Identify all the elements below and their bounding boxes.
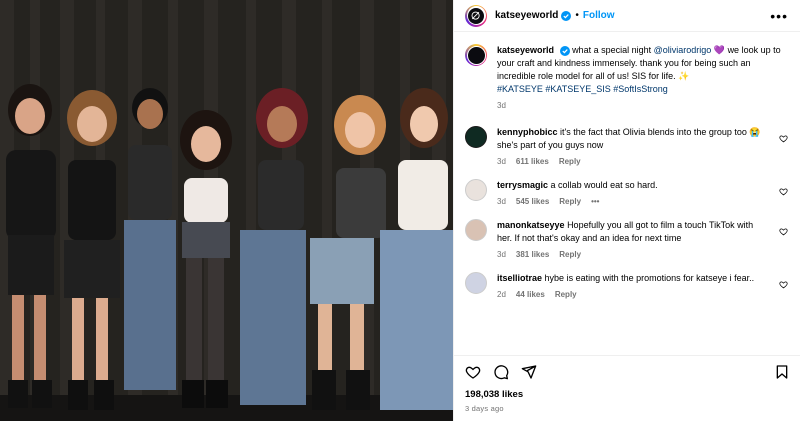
caption-time: 3d [497, 101, 506, 110]
comment-meta: 3d 545 likes Reply ••• [497, 197, 770, 206]
commenter-avatar[interactable] [465, 179, 487, 201]
verified-badge-icon [561, 10, 572, 21]
commenter-username[interactable]: manonkatseyye [497, 220, 565, 230]
reply-button[interactable]: Reply [559, 157, 581, 166]
commenter-avatar[interactable] [465, 219, 487, 241]
comment-text: kennyphobicc it's the fact that Olivia b… [497, 126, 770, 152]
post-time-ago: 3 days ago [465, 404, 504, 413]
comment-text: itselliotrae hybe is eating with the pro… [497, 272, 770, 285]
more-options-button[interactable]: ••• [770, 9, 788, 23]
post-photo[interactable] [0, 0, 453, 421]
group-photo-illustration [0, 0, 453, 421]
like-comment-icon[interactable] [779, 187, 788, 196]
mention-link[interactable]: @oliviarodrigo [654, 45, 712, 55]
separator-dot: • [575, 10, 579, 21]
commenter-username[interactable]: terrysmagic [497, 180, 548, 190]
caption-avatar[interactable] [465, 44, 487, 66]
comment-body: hybe is eating with the promotions for k… [544, 273, 755, 283]
post-caption: katseyeworld what a special night @olivi… [465, 44, 788, 110]
comment-time: 3d [497, 250, 506, 259]
comment-body: a collab would eat so hard. [550, 180, 658, 190]
comment-time: 2d [497, 290, 506, 299]
comment-likes[interactable]: 44 likes [516, 290, 545, 299]
comments-list[interactable]: katseyeworld what a special night @olivi… [454, 32, 800, 355]
caption-text-part1: what a special night [572, 45, 652, 55]
commenter-avatar[interactable] [465, 272, 487, 294]
verified-badge-icon [559, 45, 570, 56]
like-comment-icon[interactable] [779, 280, 788, 289]
post-details-pane: katseyeworld • Follow ••• katseyeworld w… [453, 0, 800, 421]
caption-meta: 3d [497, 101, 788, 110]
comment-time: 3d [497, 197, 506, 206]
comment-text: manonkatseyye Hopefully you all got to f… [497, 219, 770, 245]
comment-likes[interactable]: 611 likes [516, 157, 549, 166]
paper-plane-icon[interactable] [521, 364, 537, 380]
commenter-username[interactable]: kennyphobicc [497, 127, 558, 137]
follow-button[interactable]: Follow [583, 10, 615, 21]
commenter-avatar[interactable] [465, 126, 487, 148]
author-username[interactable]: katseyeworld [495, 10, 558, 21]
reply-button[interactable]: Reply [555, 290, 577, 299]
crying-emoji: 😭 [749, 127, 761, 137]
comment-body: it's the fact that Olivia blends into th… [560, 127, 747, 137]
purple-heart-emoji: 💜 [713, 45, 726, 55]
comment-likes[interactable]: 545 likes [516, 197, 549, 206]
bookmark-icon[interactable] [774, 364, 790, 380]
like-comment-icon[interactable] [779, 134, 788, 143]
heart-icon[interactable] [465, 364, 481, 380]
post-likes-count[interactable]: 198,038 likes [454, 389, 800, 400]
comment-meta: 3d 381 likes Reply [497, 250, 770, 259]
hashtags-link[interactable]: #KATSEYE #KATSEYE_SIS #SoftIsStrong [497, 84, 668, 94]
post-actions-bar [454, 355, 800, 387]
comment-meta: 2d 44 likes Reply [497, 290, 770, 299]
comment-meta: 3d 611 likes Reply [497, 157, 770, 166]
like-comment-icon[interactable] [779, 227, 788, 236]
comment-bubble-icon[interactable] [493, 364, 509, 380]
comment-item: kennyphobicc it's the fact that Olivia b… [465, 126, 788, 166]
comment-item: terrysmagic a collab would eat so hard. … [465, 179, 788, 206]
comment-item: manonkatseyye Hopefully you all got to f… [465, 219, 788, 259]
post-header: katseyeworld • Follow ••• [454, 0, 800, 32]
comment-item: itselliotrae hybe is eating with the pro… [465, 272, 788, 299]
comment-more-options[interactable]: ••• [591, 197, 599, 206]
reply-button[interactable]: Reply [559, 250, 581, 259]
comment-likes[interactable]: 381 likes [516, 250, 549, 259]
caption-text: katseyeworld what a special night @olivi… [497, 44, 788, 96]
comment-time: 3d [497, 157, 506, 166]
comment-body-tail: she's part of you guys now [497, 140, 604, 150]
caption-username[interactable]: katseyeworld [497, 45, 554, 55]
author-avatar[interactable] [465, 4, 487, 27]
commenter-username[interactable]: itselliotrae [497, 273, 542, 283]
instagram-post-view: katseyeworld • Follow ••• katseyeworld w… [0, 0, 800, 421]
sparkle-emoji: ✨ [678, 71, 690, 81]
reply-button[interactable]: Reply [559, 197, 581, 206]
comment-text: terrysmagic a collab would eat so hard. [497, 179, 770, 192]
